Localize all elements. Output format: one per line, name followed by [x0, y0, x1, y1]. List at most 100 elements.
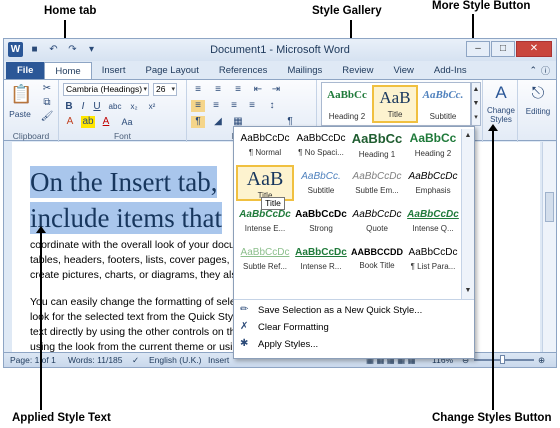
tab-mailings[interactable]: Mailings [277, 62, 332, 79]
quick-style-heading-1[interactable]: AaBbCc Heading 1 [348, 129, 406, 159]
tab-insert[interactable]: Insert [92, 62, 136, 79]
heading-line-2[interactable]: include items that [30, 202, 222, 234]
font-color-icon[interactable]: A [99, 116, 113, 128]
cut-icon[interactable]: ✂ [40, 83, 54, 95]
align-left-icon[interactable]: ≡ [191, 100, 205, 112]
gallery-up-icon[interactable]: ▲ [472, 83, 480, 97]
line-spacing-icon[interactable]: ↕ [265, 100, 279, 112]
body-text-line[interactable]: tables, headers, footers, lists, cover p… [30, 253, 244, 268]
change-case-icon[interactable]: Aa [119, 116, 135, 128]
minimize-button[interactable]: – [466, 41, 490, 57]
tab-home[interactable]: Home [44, 62, 92, 79]
minimize-ribbon-icon[interactable]: ⌃ [529, 65, 537, 76]
callout-style-gallery: Style Gallery [312, 5, 382, 17]
dropdown-scrollbar[interactable]: ▲ ▼ [461, 129, 474, 299]
align-right-icon[interactable]: ≡ [227, 100, 241, 112]
status-words[interactable]: Words: 11/185 [68, 355, 123, 365]
proofing-icon[interactable]: ✓ [132, 355, 139, 366]
tab-references[interactable]: References [209, 62, 278, 79]
body-text-line[interactable]: text directly by using the other control… [30, 325, 235, 340]
gallery-style-title[interactable]: AaB Title [372, 85, 418, 123]
justify-icon[interactable]: ≡ [245, 100, 259, 112]
quick-style-emphasis[interactable]: AaBbCcDc Emphasis [404, 167, 462, 197]
paste-button[interactable]: Paste [6, 108, 34, 120]
quick-style-subtitle[interactable]: AaBbCc. Subtitle [292, 167, 350, 197]
quick-style-normal[interactable]: AaBbCcDc ¶ Normal [236, 129, 294, 159]
align-center-icon[interactable]: ≡ [209, 100, 223, 112]
editing-button[interactable]: ⎋ Editing [518, 80, 556, 142]
format-painter-icon[interactable]: 🖌 [40, 111, 54, 123]
quick-style-strong[interactable]: AaBbCcDc Strong [292, 205, 350, 235]
quick-style-heading-2[interactable]: AaBbCc Heading 2 [404, 129, 462, 159]
bold-icon[interactable]: B [63, 101, 75, 113]
italic-icon[interactable]: I [77, 101, 89, 113]
callout-arrow-change-styles [488, 124, 498, 410]
quick-style-title[interactable]: AaB Title [236, 165, 294, 201]
subscript-icon[interactable]: x₂ [127, 101, 141, 113]
quick-style-intense-quote[interactable]: AaBbCcDc Intense Q... [404, 205, 462, 235]
body-text-line[interactable]: create pictures, charts, or diagrams, th… [30, 268, 242, 283]
tab-page-layout[interactable]: Page Layout [135, 62, 208, 79]
style-gallery[interactable]: AaBbCc Heading 2 AaB Title AaBbCc. Subti… [321, 82, 471, 126]
quick-style-book-title[interactable]: AABBCCDD Book Title [348, 243, 406, 273]
tab-add-ins[interactable]: Add-Ins [424, 62, 477, 79]
style-sample: AaB [246, 168, 284, 190]
quick-style-subtle-emphasis[interactable]: AaBbCcDc Subtle Em... [348, 167, 406, 197]
quick-style-list-paragraph[interactable]: AaBbCcDc ¶ List Para... [404, 243, 462, 273]
gallery-style-subtitle[interactable]: AaBbCc. Subtitle [420, 85, 466, 123]
gallery-style-heading-2[interactable]: AaBbCc Heading 2 [324, 85, 370, 123]
decrease-indent-icon[interactable]: ⇤ [251, 84, 265, 96]
save-quick-style-item[interactable]: Save Selection as a New Quick Style... [258, 305, 422, 316]
style-caption: ¶ List Para... [410, 262, 456, 271]
tab-file[interactable]: File [6, 62, 45, 79]
style-caption: Strong [309, 224, 333, 233]
multilevel-list-icon[interactable]: ≡ [231, 84, 245, 96]
paste-icon[interactable]: 📋 [10, 84, 32, 104]
body-text-line[interactable]: look for the selected text from the Quic… [30, 310, 241, 325]
status-page[interactable]: Page: 1 of 1 [10, 355, 56, 365]
status-language[interactable]: English (U.K.) [149, 355, 201, 365]
text-effects-icon[interactable]: A [63, 116, 77, 128]
quick-style-subtle-reference[interactable]: AaBbCcDc Subtle Ref... [236, 243, 294, 273]
quick-style-no-spacing[interactable]: AaBbCcDc ¶ No Spaci... [292, 129, 350, 159]
numbering-icon[interactable]: ≡ [211, 84, 225, 96]
body-text-line[interactable]: coordinate with the overall look of your… [30, 238, 235, 253]
quick-style-quote[interactable]: AaBbCcDc Quote [348, 205, 406, 235]
apply-styles-item[interactable]: Apply Styles... [258, 339, 318, 350]
zoom-in-icon[interactable]: ⊕ [538, 355, 545, 366]
scroll-down-icon[interactable]: ▼ [462, 284, 474, 297]
increase-indent-icon[interactable]: ⇥ [269, 84, 283, 96]
callout-home-tab: Home tab [44, 5, 97, 17]
font-size-combo[interactable]: 26 ▾ [153, 83, 177, 96]
zoom-slider-thumb[interactable] [500, 355, 505, 364]
callout-more-style-button: More Style Button [432, 0, 531, 12]
style-caption: Heading 2 [414, 149, 452, 158]
status-mode[interactable]: Insert [208, 355, 229, 365]
font-name-combo[interactable]: Cambria (Headings) ▾ [63, 83, 149, 96]
superscript-icon[interactable]: x² [145, 101, 159, 113]
help-icon[interactable]: ⓘ [541, 64, 550, 77]
gallery-down-icon[interactable]: ▼ [472, 97, 480, 111]
underline-icon[interactable]: U [91, 101, 103, 113]
style-sample: AaBbCc. [422, 89, 464, 101]
ltr-icon[interactable]: ¶ [191, 116, 205, 128]
change-styles-button[interactable]: A Change Styles [482, 80, 518, 142]
heading-line-1[interactable]: On the Insert tab, [30, 166, 218, 198]
strikethrough-icon[interactable]: abc [107, 101, 123, 113]
quick-style-intense-reference[interactable]: AaBbCcDc Intense R... [292, 243, 350, 273]
bullets-icon[interactable]: ≡ [191, 84, 205, 96]
tab-view[interactable]: View [383, 62, 423, 79]
highlight-icon[interactable]: ab [81, 116, 95, 128]
maximize-button[interactable]: □ [491, 41, 515, 57]
close-button[interactable]: ✕ [516, 41, 552, 57]
tab-review[interactable]: Review [332, 62, 383, 79]
copy-icon[interactable]: ⧉ [40, 97, 54, 109]
scrollbar-thumb[interactable] [545, 192, 554, 222]
vertical-scrollbar[interactable] [542, 142, 556, 354]
more-styles-icon[interactable]: ▾ [472, 111, 480, 125]
body-text-line[interactable]: You can easily change the formatting of … [30, 295, 244, 310]
group-clipboard: 📋 Paste ✂ ⧉ 🖌 Clipboard [4, 80, 59, 142]
clear-formatting-item[interactable]: Clear Formatting [258, 322, 329, 333]
shading-icon[interactable]: ◢ [211, 116, 225, 128]
scroll-up-icon[interactable]: ▲ [462, 129, 474, 142]
